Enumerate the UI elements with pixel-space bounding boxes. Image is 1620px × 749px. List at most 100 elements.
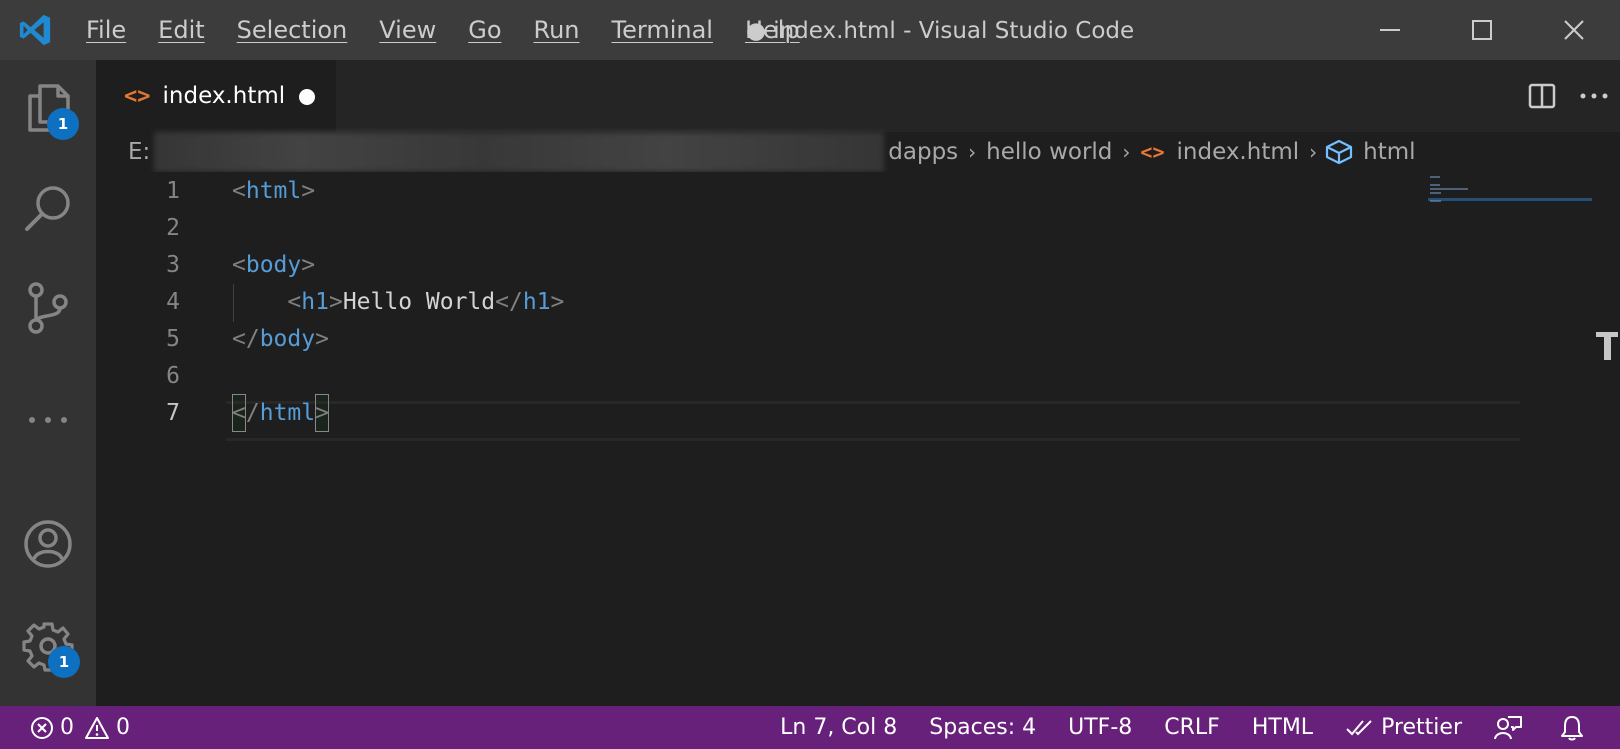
language-mode-status[interactable]: HTML bbox=[1236, 706, 1329, 749]
search-button[interactable] bbox=[0, 160, 96, 256]
token-tag: h1 bbox=[301, 289, 329, 315]
token-tag: html bbox=[259, 400, 316, 426]
editor-actions bbox=[1516, 60, 1620, 132]
breadcrumb: E: dapps › hello world › <> index.html ›… bbox=[96, 132, 1620, 172]
token-text: Hello World bbox=[342, 289, 496, 315]
token-punc: < bbox=[232, 252, 246, 278]
line-number: 2 bbox=[166, 215, 180, 241]
breadcrumb-html-symbol[interactable]: html bbox=[1359, 139, 1419, 165]
line-number: 6 bbox=[166, 363, 180, 389]
maximize-icon bbox=[1472, 20, 1492, 40]
split-editor-icon bbox=[1528, 83, 1556, 109]
feedback-icon bbox=[1494, 715, 1522, 739]
minimize-button[interactable] bbox=[1344, 0, 1436, 60]
feedback-button[interactable] bbox=[1478, 706, 1544, 749]
menu-edit[interactable]: Edit bbox=[142, 0, 220, 60]
token-punc: > bbox=[550, 289, 565, 315]
breadcrumb-hello-world[interactable]: hello world bbox=[982, 139, 1116, 165]
vscode-logo-icon bbox=[0, 0, 70, 60]
accounts-button[interactable] bbox=[0, 496, 96, 592]
indentation-status[interactable]: Spaces: 4 bbox=[913, 706, 1052, 749]
menu-help[interactable]: Help bbox=[729, 0, 816, 60]
token-punc: < bbox=[287, 289, 302, 315]
manage-button[interactable]: 1 bbox=[0, 598, 96, 694]
warning-icon bbox=[85, 716, 109, 739]
minimap-line bbox=[1430, 200, 1442, 202]
unsaved-dot-icon[interactable] bbox=[299, 89, 315, 105]
error-count: 0 bbox=[60, 715, 74, 740]
token-punc: > bbox=[301, 252, 316, 278]
minimap-active-line bbox=[1428, 198, 1592, 201]
menu-go[interactable]: Go bbox=[452, 0, 517, 60]
minimap-line bbox=[1430, 188, 1469, 190]
search-icon bbox=[25, 186, 70, 231]
code-line[interactable]: 6 bbox=[96, 357, 1426, 395]
menu-terminal[interactable]: Terminal bbox=[596, 0, 729, 60]
minimap-line bbox=[1430, 192, 1442, 194]
menu-view[interactable]: View bbox=[363, 0, 452, 60]
more-actions-button[interactable] bbox=[1568, 60, 1620, 132]
line-code: <h1>Hello World</h1> bbox=[232, 283, 564, 321]
html-code-icon: <> bbox=[124, 83, 151, 109]
menu-selection[interactable]: Selection bbox=[221, 0, 364, 60]
breadcrumb-redacted-path bbox=[154, 132, 885, 172]
breadcrumb-dapps[interactable]: dapps bbox=[884, 139, 962, 165]
title-bar: File Edit Selection View Go Run Terminal… bbox=[0, 0, 1620, 60]
tab-index-html[interactable]: <> index.html bbox=[96, 60, 336, 132]
tab-label: index.html bbox=[162, 83, 286, 109]
line-number: 4 bbox=[166, 289, 180, 315]
bracket-match-highlight: > bbox=[315, 394, 329, 432]
error-icon bbox=[31, 716, 53, 739]
source-control-button[interactable] bbox=[0, 260, 96, 356]
code-line[interactable]: 2 bbox=[96, 209, 1426, 247]
double-check-icon bbox=[1346, 719, 1372, 735]
menu-run[interactable]: Run bbox=[518, 0, 596, 60]
ellipsis-icon bbox=[1580, 93, 1608, 99]
cursor-position-marker bbox=[1596, 332, 1618, 360]
warning-count: 0 bbox=[116, 715, 130, 740]
bracket-match-highlight: < bbox=[232, 394, 246, 432]
split-editor-button[interactable] bbox=[1516, 60, 1568, 132]
maximize-button[interactable] bbox=[1436, 0, 1528, 60]
token-punc: > bbox=[315, 326, 329, 352]
code-line[interactable]: 7 </html> bbox=[96, 394, 1426, 432]
breadcrumb-index-html[interactable]: index.html bbox=[1173, 139, 1304, 165]
notifications-button[interactable] bbox=[1544, 706, 1606, 749]
token-punc: < bbox=[232, 178, 246, 204]
code-line[interactable]: 1 <html> bbox=[96, 172, 1426, 210]
breadcrumb-drive[interactable]: E: bbox=[128, 139, 150, 165]
prettier-label: Prettier bbox=[1381, 715, 1462, 740]
close-icon bbox=[1564, 20, 1584, 40]
cursor-position-status[interactable]: Ln 7, Col 8 bbox=[764, 706, 913, 749]
prettier-status[interactable]: Prettier bbox=[1329, 706, 1478, 749]
encoding-status[interactable]: UTF-8 bbox=[1052, 706, 1148, 749]
token-tag: body bbox=[259, 326, 316, 352]
eol-status[interactable]: CRLF bbox=[1148, 706, 1236, 749]
bell-icon bbox=[1561, 715, 1583, 740]
line-number: 3 bbox=[166, 252, 180, 278]
more-views-button[interactable] bbox=[0, 372, 96, 468]
status-bar: 0 0 Ln 7, Col 8 Spaces: 4 UTF-8 CRLF HTM… bbox=[0, 706, 1620, 749]
token-punc: </ bbox=[232, 394, 260, 432]
minimap[interactable] bbox=[1428, 172, 1592, 706]
code-line[interactable]: 5 </body> bbox=[96, 320, 1426, 358]
account-icon bbox=[24, 520, 72, 568]
minimap-line bbox=[1430, 176, 1440, 178]
code-line[interactable]: 3 <body> bbox=[96, 246, 1426, 284]
explorer-button[interactable]: 1 bbox=[0, 60, 96, 156]
vertical-scrollbar[interactable] bbox=[1594, 172, 1620, 706]
close-button[interactable] bbox=[1528, 0, 1620, 60]
token-punc: > bbox=[301, 178, 316, 204]
token-punc: </ bbox=[232, 326, 260, 352]
line-number: 1 bbox=[166, 178, 180, 204]
code-editor[interactable]: 1 <html> 2 3 <body> 4 <h1>Hello World</h1> 5 </… bbox=[96, 172, 1620, 706]
chevron-right-icon: › bbox=[968, 140, 977, 164]
chevron-right-icon: › bbox=[1309, 140, 1318, 164]
code-line[interactable]: 4 <h1>Hello World</h1> bbox=[96, 283, 1426, 321]
more-icon bbox=[29, 417, 67, 423]
settings-badge: 1 bbox=[48, 646, 80, 678]
problems-indicator[interactable]: 0 0 bbox=[30, 706, 146, 749]
token-tag: h1 bbox=[522, 289, 551, 315]
menu-file[interactable]: File bbox=[70, 0, 142, 60]
